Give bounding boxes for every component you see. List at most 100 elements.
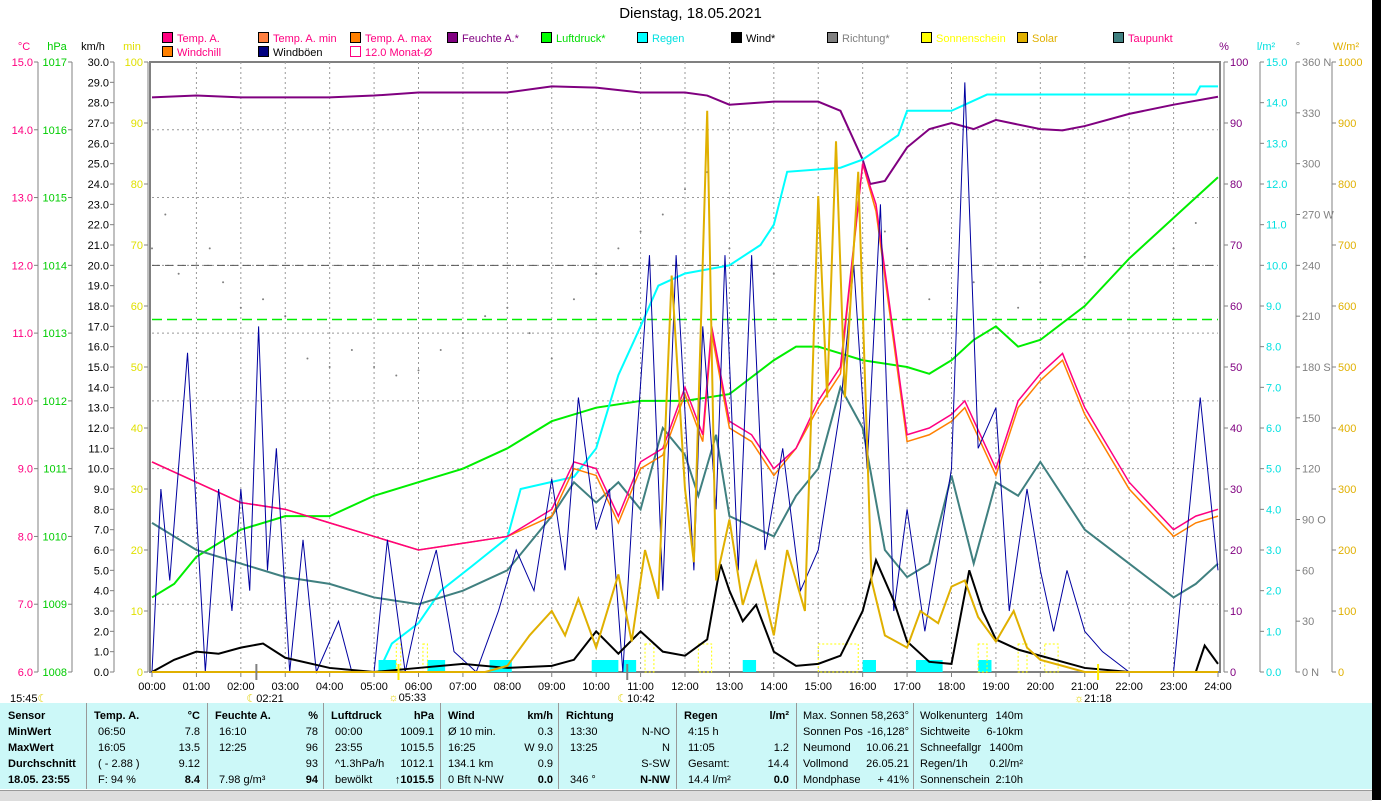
axis-tick-label: 4.0 bbox=[1266, 504, 1281, 516]
direction-point bbox=[1039, 281, 1042, 284]
sunshine-bar bbox=[817, 643, 859, 673]
axis-tick-label: 13.0 bbox=[88, 403, 109, 415]
cell-value: 8.4 bbox=[184, 774, 200, 786]
axis-tick-label: 270 W bbox=[1302, 210, 1334, 222]
cell-value: 7.8 bbox=[184, 726, 200, 738]
direction-point bbox=[639, 230, 642, 233]
axis-tick-label: 300 bbox=[1302, 159, 1320, 171]
x-tick-label: 15:00 bbox=[804, 681, 832, 693]
column-header: Temp. A. bbox=[94, 710, 140, 722]
direction-point bbox=[817, 315, 820, 318]
column-divider bbox=[913, 703, 914, 789]
axis-tick-label: 30 bbox=[131, 484, 143, 496]
x-tick-label: 00:00 bbox=[138, 681, 166, 693]
column-divider bbox=[558, 703, 559, 789]
cell-value: 1.2 bbox=[773, 742, 789, 754]
axis-unit-press: hPa bbox=[47, 41, 67, 53]
axis-tick-label: 1016 bbox=[43, 125, 67, 137]
axis-tick-label: 3.0 bbox=[1266, 545, 1281, 557]
direction-point bbox=[528, 332, 531, 335]
x-tick-label: 20:00 bbox=[1027, 681, 1055, 693]
axis-tick-label: 17.0 bbox=[88, 321, 109, 333]
axis-tick-label: 20 bbox=[131, 545, 143, 557]
x-tick-label: 10:00 bbox=[582, 681, 610, 693]
axis-tick-label: 10.0 bbox=[1266, 260, 1287, 272]
axis-tick-label: 1009 bbox=[43, 599, 67, 611]
axis-tick-label: 22.0 bbox=[88, 220, 109, 232]
cell-value: 96 bbox=[305, 742, 318, 754]
cell-label: 13:30 bbox=[570, 726, 598, 738]
axis-unit-min: min bbox=[123, 41, 141, 53]
axis-tick-label: 2.0 bbox=[94, 626, 109, 638]
direction-point bbox=[239, 306, 242, 309]
axis-tick-label: 100 bbox=[1230, 57, 1248, 69]
direction-point bbox=[1172, 247, 1175, 250]
direction-point bbox=[328, 366, 331, 368]
cell-label: 4:15 h bbox=[688, 726, 719, 738]
direction-point bbox=[728, 247, 731, 250]
cell-label: 346 ° bbox=[570, 774, 596, 786]
cell-label: 00:00 bbox=[335, 726, 363, 738]
misc-value: 140m bbox=[995, 710, 1023, 722]
rain-bar bbox=[862, 660, 876, 672]
sunshine-bar bbox=[697, 643, 713, 673]
axis-tick-label: 700 bbox=[1338, 240, 1356, 252]
misc-value: 6-10km bbox=[986, 726, 1023, 738]
axis-tick-label: 80 bbox=[1230, 179, 1242, 191]
direction-point bbox=[883, 230, 886, 233]
axis-tick-label: 100 bbox=[1338, 606, 1356, 618]
axis-tick-label: 180 S bbox=[1302, 362, 1331, 374]
axis-tick-label: 50 bbox=[131, 362, 143, 374]
sunshine-bar bbox=[644, 643, 655, 673]
axis-tick-label: 5.0 bbox=[94, 565, 109, 577]
axis-tick-label: 0 bbox=[1230, 667, 1236, 679]
axis-tick-label: 29.0 bbox=[88, 77, 109, 89]
column-divider bbox=[323, 703, 324, 789]
direction-point bbox=[906, 247, 909, 250]
cell-value: 0.9 bbox=[537, 758, 553, 770]
x-tick-label: 24:00 bbox=[1204, 681, 1232, 693]
direction-point bbox=[306, 357, 309, 360]
column-header: Regen bbox=[684, 710, 718, 722]
direction-point bbox=[417, 369, 420, 372]
axis-unit-solar: W/m² bbox=[1333, 41, 1360, 53]
axis-tick-label: 14.0 bbox=[12, 125, 33, 137]
axis-tick-label: 600 bbox=[1338, 301, 1356, 313]
direction-point bbox=[994, 332, 997, 335]
axis-tick-label: 300 bbox=[1338, 484, 1356, 496]
axis-tick-label: 400 bbox=[1338, 423, 1356, 435]
cell-label: 23:55 bbox=[335, 742, 363, 754]
series-feuchte-a- bbox=[151, 85, 1219, 186]
x-tick-label: 05:00 bbox=[360, 681, 388, 693]
axis-tick-label: 4.0 bbox=[94, 586, 109, 598]
axis-tick-label: 500 bbox=[1338, 362, 1356, 374]
cell-value: 0.0 bbox=[537, 774, 553, 786]
axis-tick-label: 40 bbox=[131, 423, 143, 435]
x-tick-label: 17:00 bbox=[893, 681, 921, 693]
axis-tick-label: 13.0 bbox=[12, 193, 33, 205]
axis-tick-label: 0 bbox=[1338, 667, 1344, 679]
axis-tick-label: 14.0 bbox=[1266, 98, 1287, 110]
axis-tick-label: 9.0 bbox=[1266, 301, 1281, 313]
axis-tick-label: 7.0 bbox=[18, 599, 33, 611]
axis-tick-label: 8.0 bbox=[18, 531, 33, 543]
cell-label: 16:25 bbox=[448, 742, 476, 754]
direction-point bbox=[1061, 264, 1064, 267]
cell-value: 14.4 bbox=[767, 758, 789, 770]
column-unit: °C bbox=[187, 710, 200, 722]
axis-tick-label: 1008 bbox=[43, 667, 67, 679]
sunshine-bar bbox=[1017, 643, 1028, 673]
cell-label: 06:50 bbox=[98, 726, 126, 738]
cell-value: N bbox=[662, 742, 670, 754]
sensor-label: Durchschnitt bbox=[8, 758, 76, 770]
axis-tick-label: 21.0 bbox=[88, 240, 109, 252]
axis-tick-label: 16.0 bbox=[88, 342, 109, 354]
axis-tick-label: 150 bbox=[1302, 413, 1320, 425]
direction-point bbox=[506, 306, 509, 309]
cell-value: 78 bbox=[305, 726, 318, 738]
direction-point bbox=[950, 315, 953, 318]
cell-value: 93 bbox=[305, 758, 318, 770]
direction-point bbox=[461, 332, 464, 335]
axis-unit-rain: l/m² bbox=[1257, 41, 1276, 53]
x-tick-label: 23:00 bbox=[1160, 681, 1188, 693]
